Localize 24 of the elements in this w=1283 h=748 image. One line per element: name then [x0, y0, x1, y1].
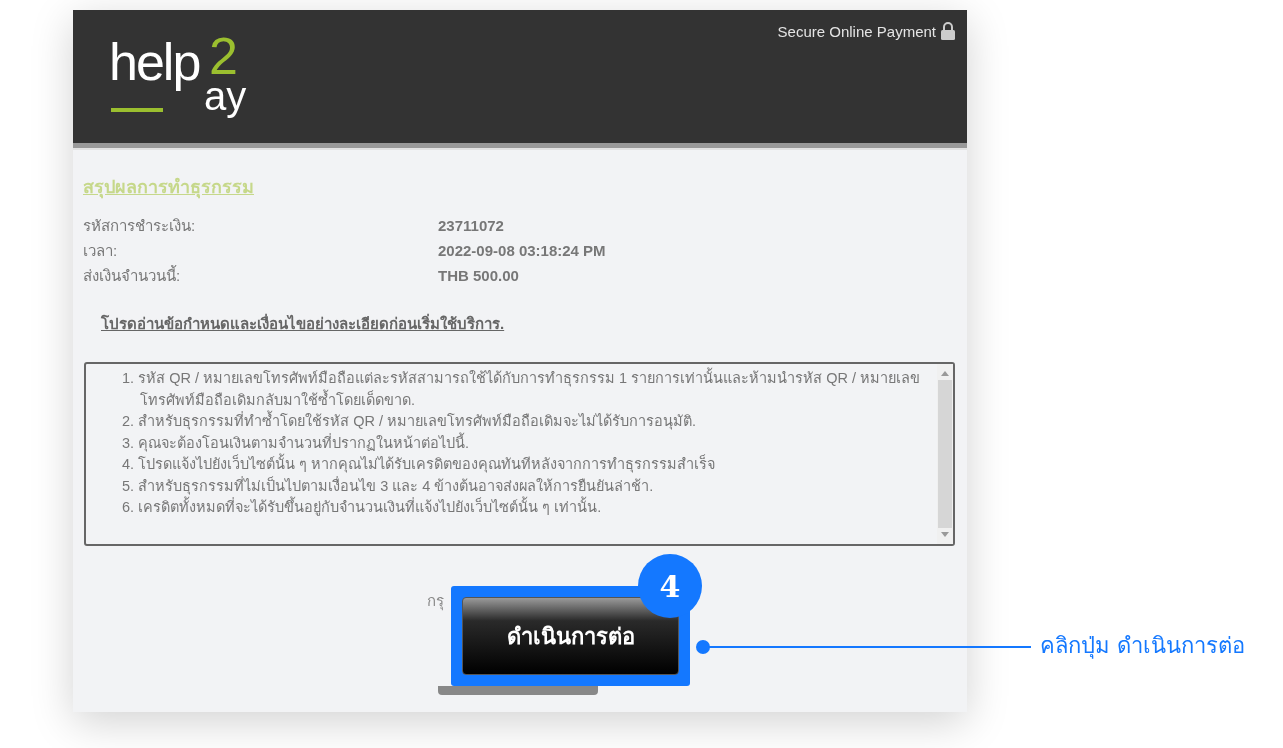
field-value: 23711072 — [438, 216, 504, 236]
logo-underline — [111, 108, 163, 112]
terms-heading: โปรดอ่านข้อกำหนดและเงื่อนไขอย่างละเอียดก่อนเริ่มใช้บริการ. — [101, 312, 506, 334]
terms-item: 1. รหัส QR / หมายเลขโทรศัพท์มือถือแต่ละรหัสสามารถใช้ได้กับการทำธุรกรรม 1 รายการเท่านั้นและห้ามนำรหัส QR / หมายเลขโทรศัพท์มือถือเดิมกลับมาใช้ซ้ำโดยเด็ดขาด. — [122, 368, 931, 411]
terms-box[interactable] — [84, 362, 955, 546]
scroll-up-icon[interactable] — [941, 370, 949, 376]
field-label: ส่งเงินจำนวนนี้: — [83, 264, 182, 286]
terms-item: 3. คุณจะต้องโอนเงินตามจำนวนที่ปรากฏในหน้าต่อไปนี้. — [122, 432, 471, 453]
secure-label: Secure Online Payment — [777, 22, 936, 40]
lock-icon — [941, 22, 955, 40]
terms-item: 2. สำหรับธุรกรรมที่ทำซ้ำโดยใช้รหัส QR / หมายเลขโทรศัพท์มือถือเดิมจะไม่ได้รับการอนุมัติ. — [122, 411, 931, 433]
scroll-down-icon[interactable] — [941, 532, 949, 538]
terms-item: 4. โปรดแจ้งไปยังเว็บไซต์นั้น ๆ หากคุณไม่ได้รับเครดิตของคุณทันทีหลังจากการทำธุรกรรมสำเร็จ — [122, 454, 931, 476]
summary-title: สรุปผลการทำธุรกรรม — [83, 176, 255, 201]
field-label: เวลา: — [83, 241, 119, 261]
scrollbar[interactable] — [937, 364, 953, 544]
terms-item: 6. เครดิตทั้งหมดที่จะได้รับขึ้นอยู่กับจำนวนเงินที่แจ้งไปยังเว็บไซต์นั้น ๆ เท่านั้น. — [122, 497, 931, 519]
callout-caption: คลิกปุ่ม ดำเนินการต่อ — [1040, 632, 1245, 661]
terms-item: 5. สำหรับธุรกรรมที่ไม่เป็นไปตามเงื่อนไข 3 และ 4 ข้างต้นอาจส่งผลให้การยืนยันล่าช้า. — [122, 475, 655, 496]
continue-button[interactable]: ดำเนินการต่อ — [462, 597, 679, 675]
field-label: รหัสการชำระเงิน: — [83, 216, 197, 236]
hint-text: กรุ — [427, 591, 445, 613]
field-value: 2022-09-08 03:18:24 PM — [438, 241, 606, 261]
field-value: THB 500.00 — [438, 266, 519, 286]
